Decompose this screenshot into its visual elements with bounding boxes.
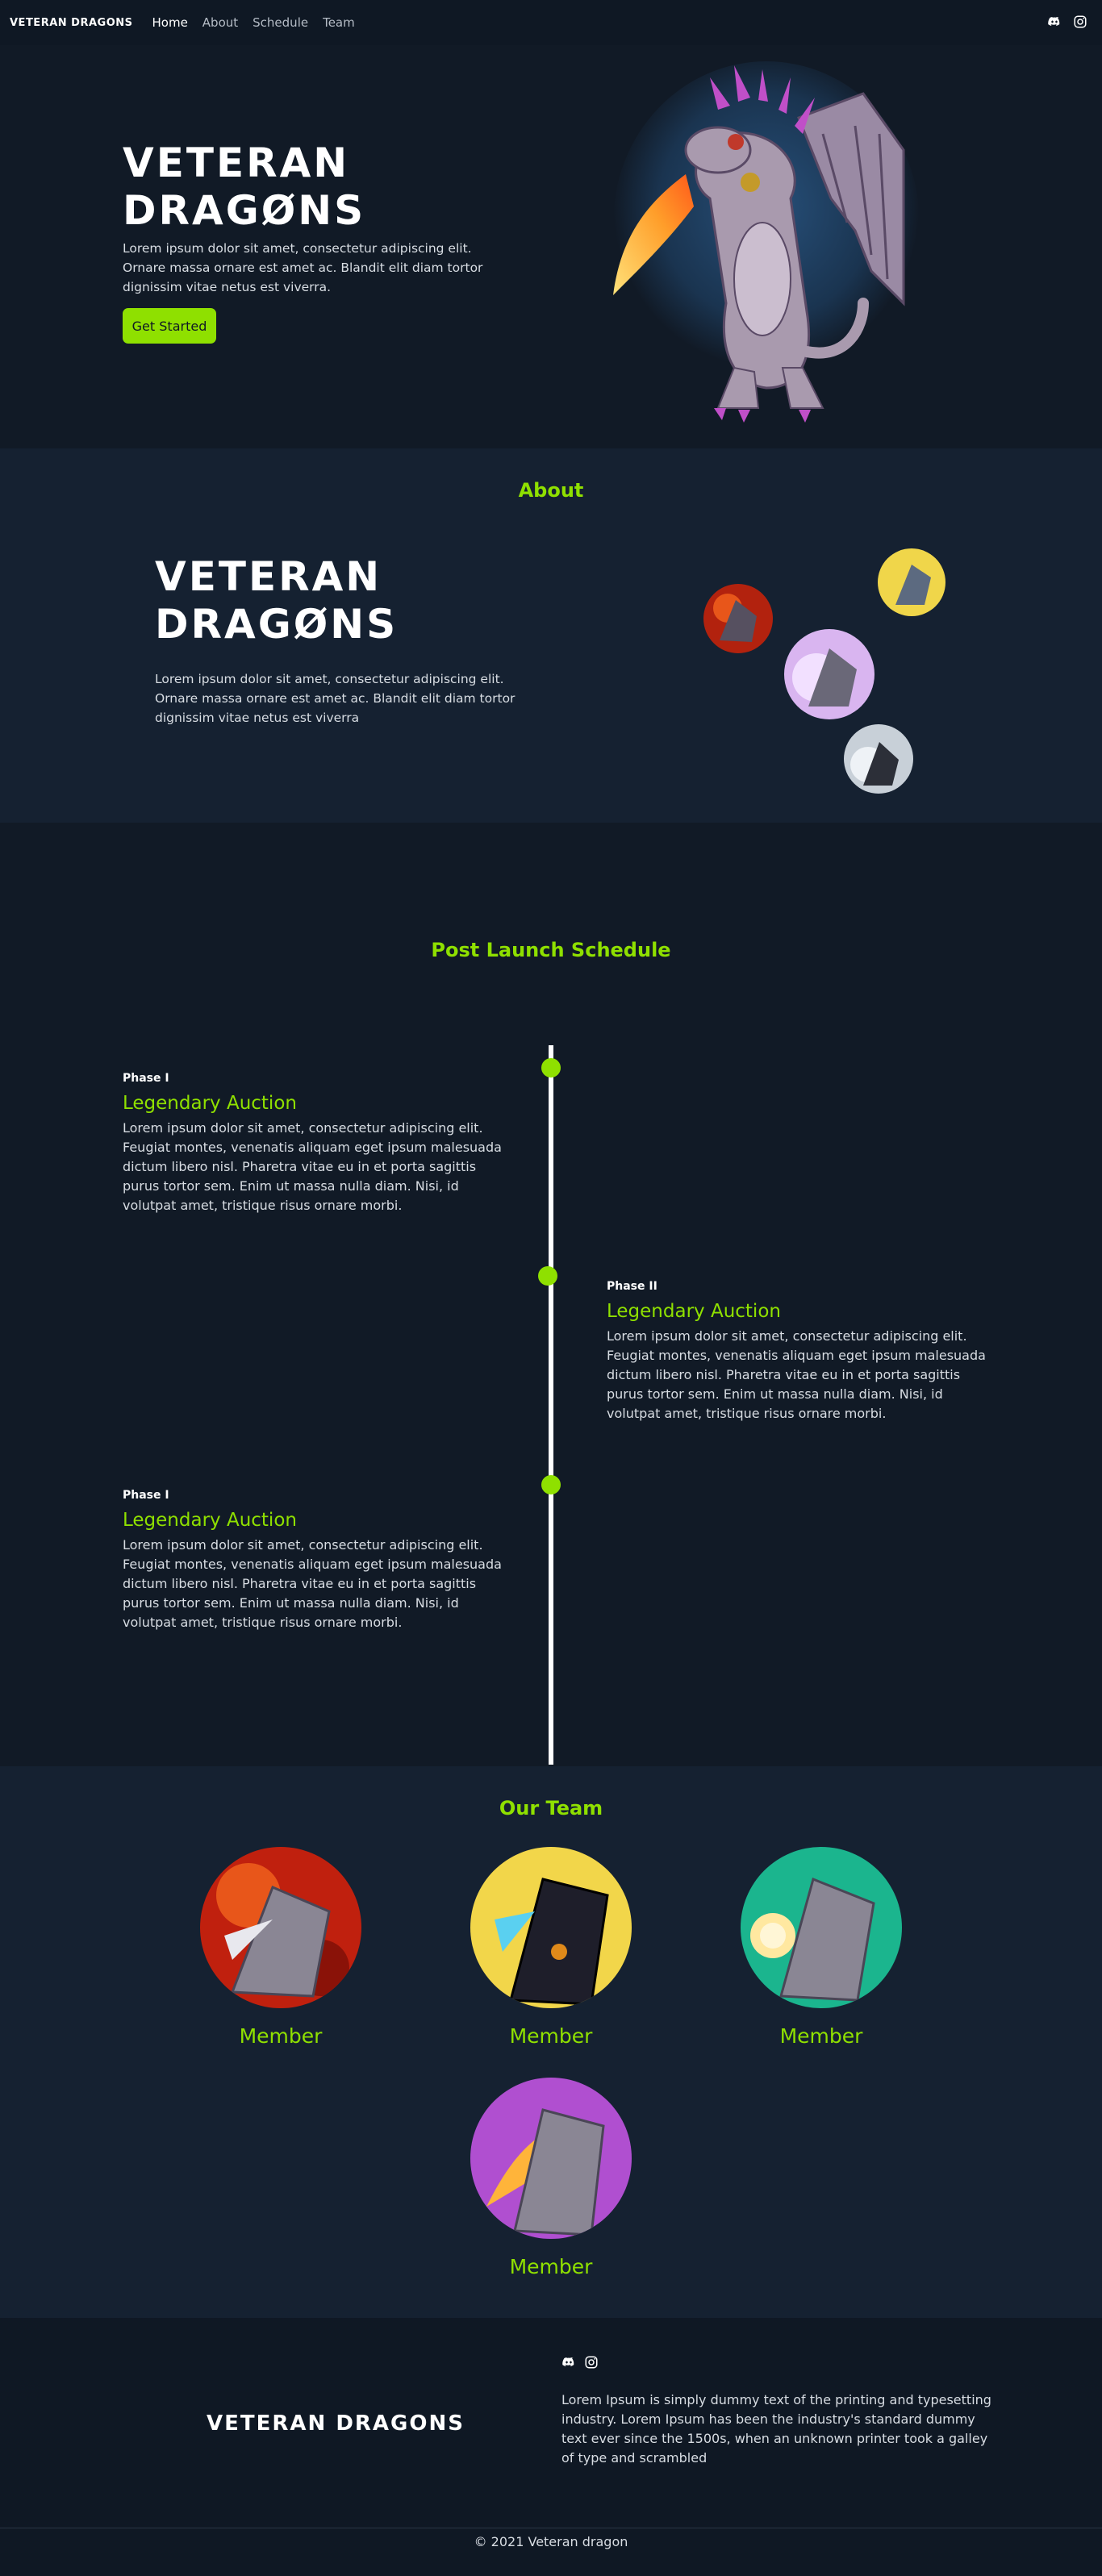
footer-social-icons	[561, 2355, 599, 2370]
phase-title: Legendary Auction	[123, 1510, 297, 1531]
discord-icon[interactable]	[1047, 15, 1062, 29]
dragon-bubble-lilac	[784, 629, 875, 719]
discord-icon[interactable]	[561, 2355, 576, 2370]
phase-label: Phase II	[607, 1280, 657, 1293]
copyright: © 2021 Veteran dragon	[474, 2534, 628, 2549]
member-label: Member	[509, 2255, 593, 2278]
team-member-card: Member	[470, 1847, 632, 2048]
member-avatar	[470, 1847, 632, 2008]
hero-dragon-image	[597, 61, 936, 432]
nav-link-about[interactable]: About	[202, 15, 238, 30]
dragon-bubble-silver	[844, 724, 913, 794]
phase-text: Lorem ipsum dolor sit amet, consectetur …	[123, 1120, 502, 1213]
footer-description: Lorem Ipsum is simply dummy text of the …	[561, 2392, 991, 2466]
about-logo-line2: DRAGØNS	[155, 601, 399, 648]
phase-text: Lorem ipsum dolor sit amet, consectetur …	[607, 1328, 986, 1421]
phase-label: Phase I	[123, 1489, 169, 1502]
hero-title: VETERAN DRAGØNS	[123, 140, 397, 235]
phase-title: Legendary Auction	[123, 1093, 297, 1114]
nav-link-home[interactable]: Home	[152, 15, 188, 30]
about-description: Lorem ipsum dolor sit amet, consectetur …	[155, 672, 516, 725]
phase-card: Phase II Legendary Auction Lorem ipsum d…	[607, 1280, 986, 1423]
phase-title: Legendary Auction	[607, 1301, 781, 1322]
dragon-bubble-red	[703, 584, 773, 653]
about-logo-line1: VETERAN	[155, 553, 382, 600]
nav-social-icons	[1047, 15, 1087, 29]
member-avatar	[200, 1847, 361, 2008]
hero-title-line2: DRAGØNS	[123, 187, 366, 234]
hero-title-line1: VETERAN	[123, 140, 350, 186]
team-heading: Our Team	[499, 1797, 603, 1819]
timeline-line	[549, 1045, 553, 1765]
instagram-icon[interactable]	[1073, 15, 1087, 29]
hero-section: VETERAN DRAGØNS Lorem ipsum dolor sit am…	[0, 45, 1102, 448]
about-section: About VETERAN DRAGØNS Lorem ipsum dolor …	[0, 448, 1102, 823]
nav-link-schedule[interactable]: Schedule	[253, 15, 308, 30]
dragon-bubble-yellow	[878, 548, 945, 616]
phase-text: Lorem ipsum dolor sit amet, consectetur …	[123, 1537, 502, 1630]
member-avatar	[470, 2078, 632, 2239]
schedule-heading: Post Launch Schedule	[431, 939, 671, 961]
team-member-card: Member	[470, 2078, 632, 2278]
member-label: Member	[779, 2024, 863, 2048]
phase-card: Phase I Legendary Auction Lorem ipsum do…	[123, 1072, 502, 1215]
about-logo: VETERAN DRAGØNS	[155, 553, 413, 648]
nav-link-team[interactable]: Team	[323, 15, 355, 30]
footer-logo[interactable]: VETERAN DRAGONS	[207, 2411, 465, 2436]
phase-label: Phase I	[123, 1072, 169, 1085]
member-label: Member	[509, 2024, 593, 2048]
hero-description: Lorem ipsum dolor sit amet, consectetur …	[123, 241, 483, 294]
timeline-dot	[541, 1475, 561, 1494]
navbar: VETERAN DRAGONS Home About Schedule Team	[0, 0, 1102, 45]
footer: VETERAN DRAGONS Lorem Ipsum is simply du…	[0, 2318, 1102, 2576]
phase-card: Phase I Legendary Auction Lorem ipsum do…	[123, 1489, 502, 1632]
member-avatar	[741, 1847, 902, 2008]
team-section: Our Team Member Member Member Member	[0, 1766, 1102, 2318]
get-started-button[interactable]: Get Started	[123, 308, 216, 344]
nav-brand[interactable]: VETERAN DRAGONS	[10, 17, 133, 29]
timeline-dot	[541, 1058, 561, 1078]
schedule-section: Post Launch Schedule Phase I Legendary A…	[0, 823, 1102, 1766]
member-label: Member	[239, 2024, 323, 2048]
about-heading: About	[518, 479, 584, 502]
team-member-card: Member	[200, 1847, 361, 2048]
nav-links: Home About Schedule Team	[152, 15, 355, 30]
team-member-card: Member	[741, 1847, 902, 2048]
timeline-dot	[538, 1266, 557, 1286]
instagram-icon[interactable]	[584, 2355, 599, 2370]
